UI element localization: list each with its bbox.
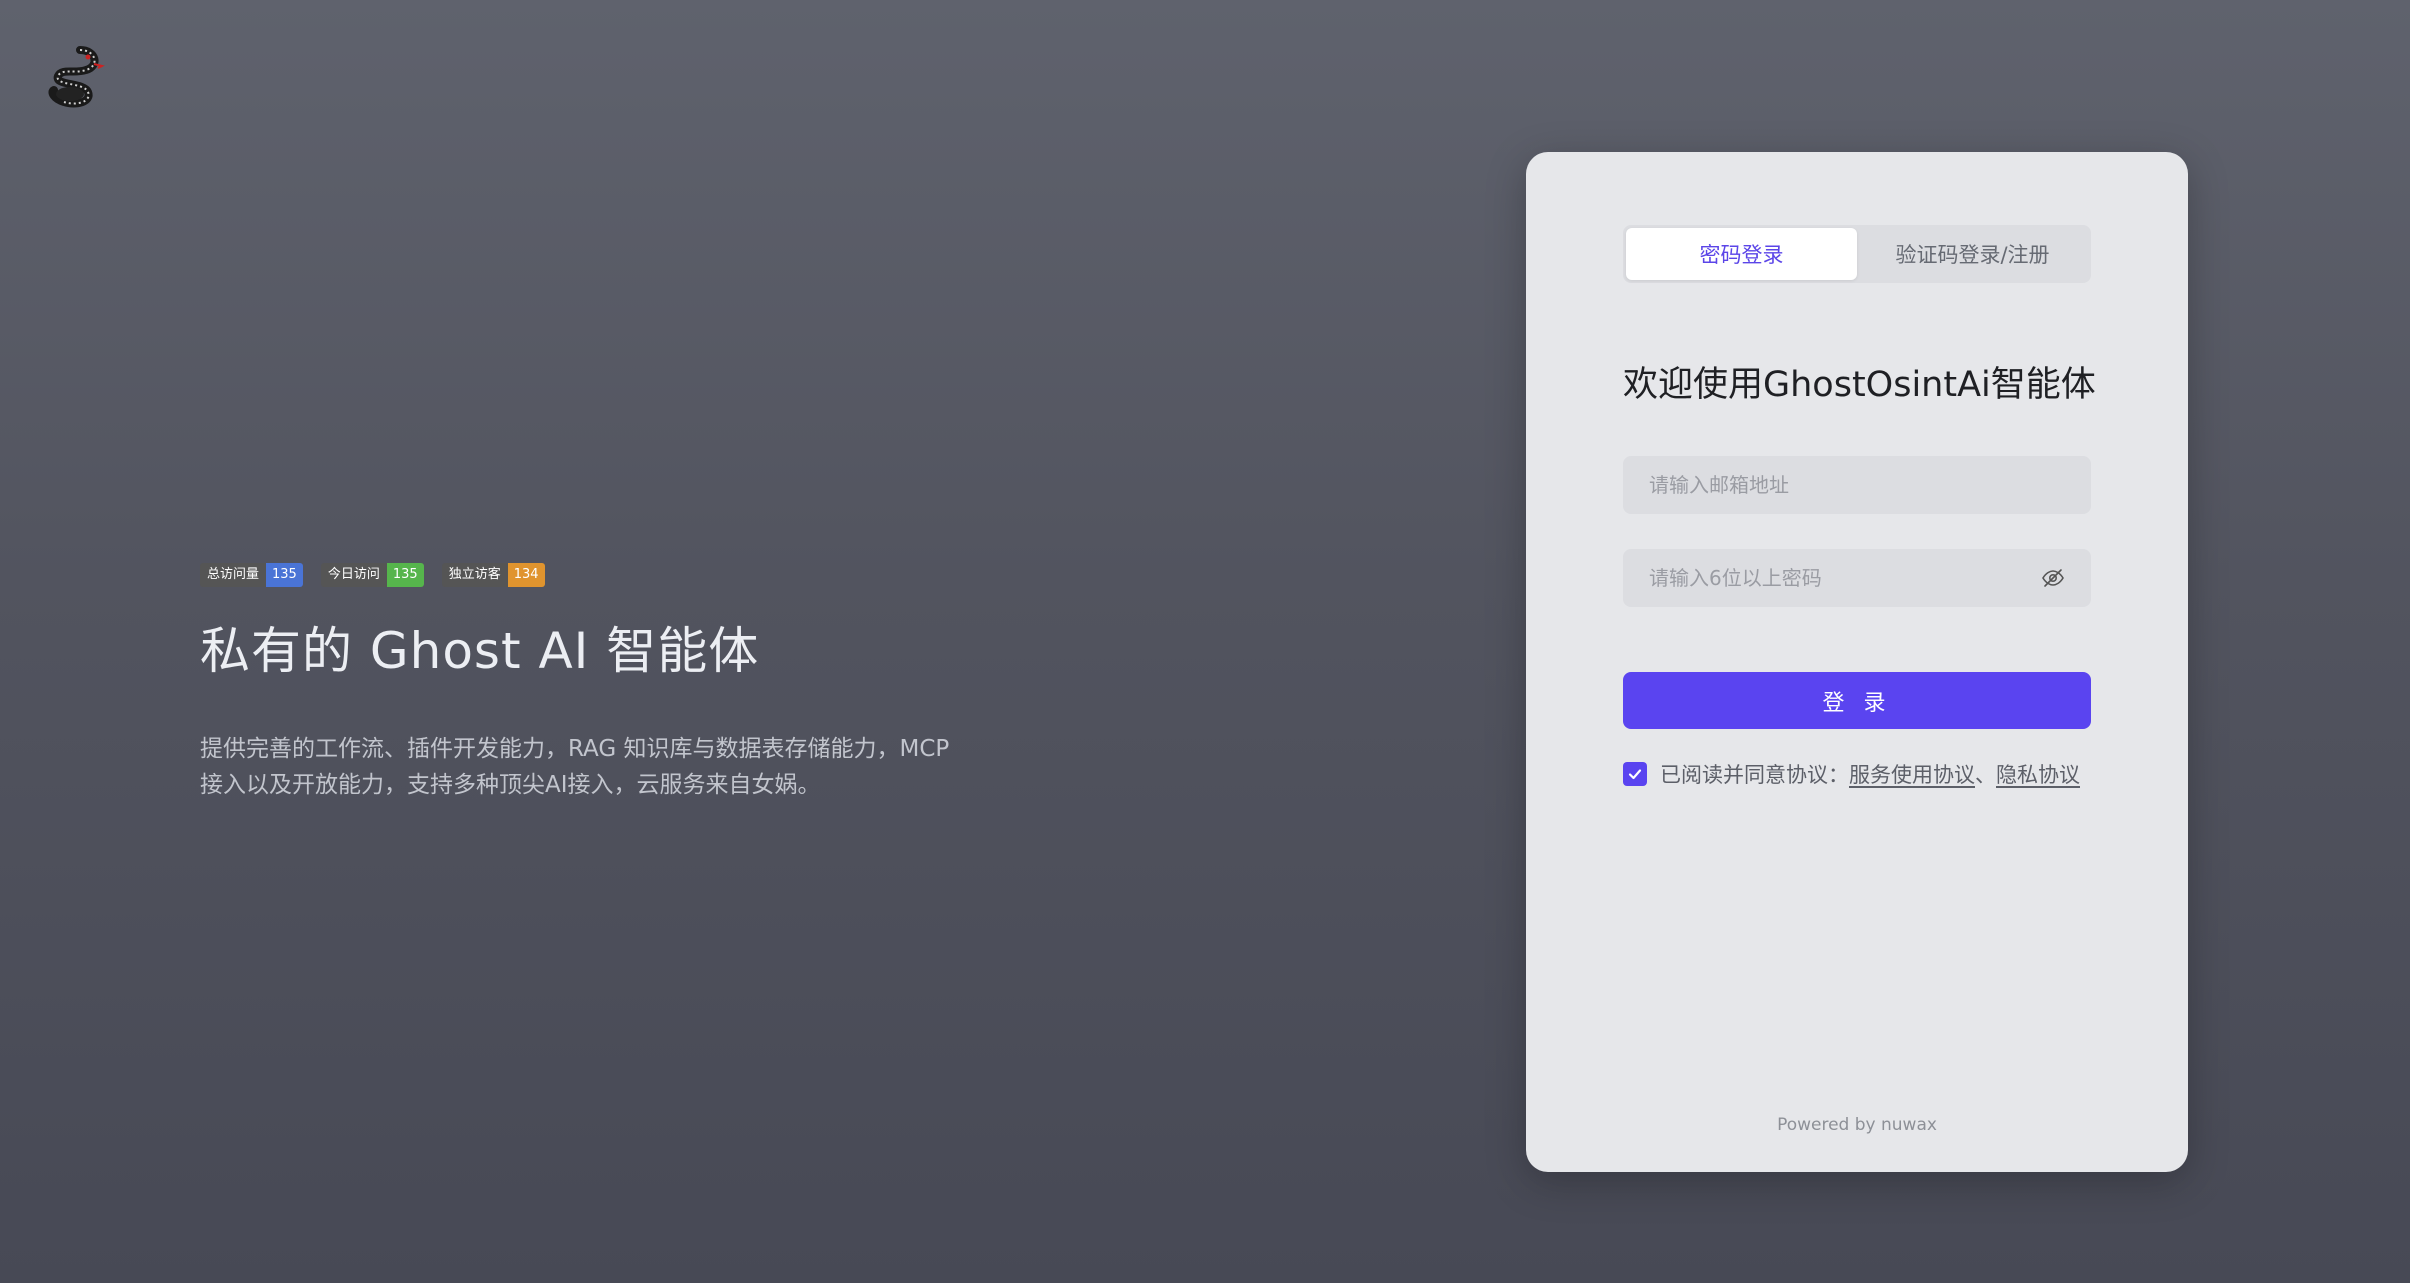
- agree-checkbox[interactable]: [1623, 762, 1647, 786]
- tab-password-login[interactable]: 密码登录: [1626, 228, 1857, 280]
- email-field: [1623, 456, 2091, 514]
- login-card: 密码登录 验证码登录/注册 欢迎使用GhostOsintAi智能体 登 录 已阅…: [1526, 152, 2188, 1172]
- agreement-row: 已阅读并同意协议： 服务使用协议 、 隐私协议: [1623, 759, 2080, 789]
- terms-link[interactable]: 服务使用协议: [1849, 759, 1975, 789]
- stat-count: 134: [507, 563, 545, 587]
- tab-code-login-register[interactable]: 验证码登录/注册: [1857, 228, 2088, 280]
- snake-logo-icon: [40, 44, 106, 110]
- stat-count: 135: [266, 563, 303, 587]
- hero-title: 私有的 Ghost AI 智能体: [200, 622, 760, 680]
- check-icon: [1628, 769, 1642, 780]
- password-field: [1623, 549, 2091, 607]
- stat-badge-total: 总访问量 135: [200, 563, 303, 587]
- stat-count: 135: [386, 563, 424, 587]
- hero-section: 总访问量 135 今日访问 135 独立访客 134 私有的 Ghost AI …: [200, 563, 970, 803]
- password-input[interactable]: [1649, 566, 2041, 590]
- eye-off-icon[interactable]: [2041, 566, 2065, 590]
- login-button[interactable]: 登 录: [1623, 672, 2091, 729]
- stat-label: 独立访客: [441, 563, 508, 587]
- stat-label: 今日访问: [320, 563, 387, 587]
- visit-stats: 总访问量 135 今日访问 135 独立访客 134: [200, 563, 970, 587]
- email-input[interactable]: [1649, 473, 2065, 497]
- hero-description: 提供完善的工作流、插件开发能力，RAG 知识库与数据表存储能力，MCP接入以及开…: [200, 736, 950, 798]
- login-tabs: 密码登录 验证码登录/注册: [1623, 225, 2091, 283]
- privacy-link[interactable]: 隐私协议: [1996, 759, 2080, 789]
- powered-by: Powered by nuwax: [1777, 1115, 1937, 1135]
- welcome-title: 欢迎使用GhostOsintAi智能体: [1623, 365, 2096, 405]
- link-separator: 、: [1975, 763, 1996, 787]
- stat-badge-today: 今日访问 135: [320, 563, 424, 587]
- agree-text: 已阅读并同意协议：: [1660, 763, 1849, 787]
- stat-label: 总访问量: [200, 563, 267, 587]
- stat-badge-unique: 独立访客 134: [441, 563, 545, 587]
